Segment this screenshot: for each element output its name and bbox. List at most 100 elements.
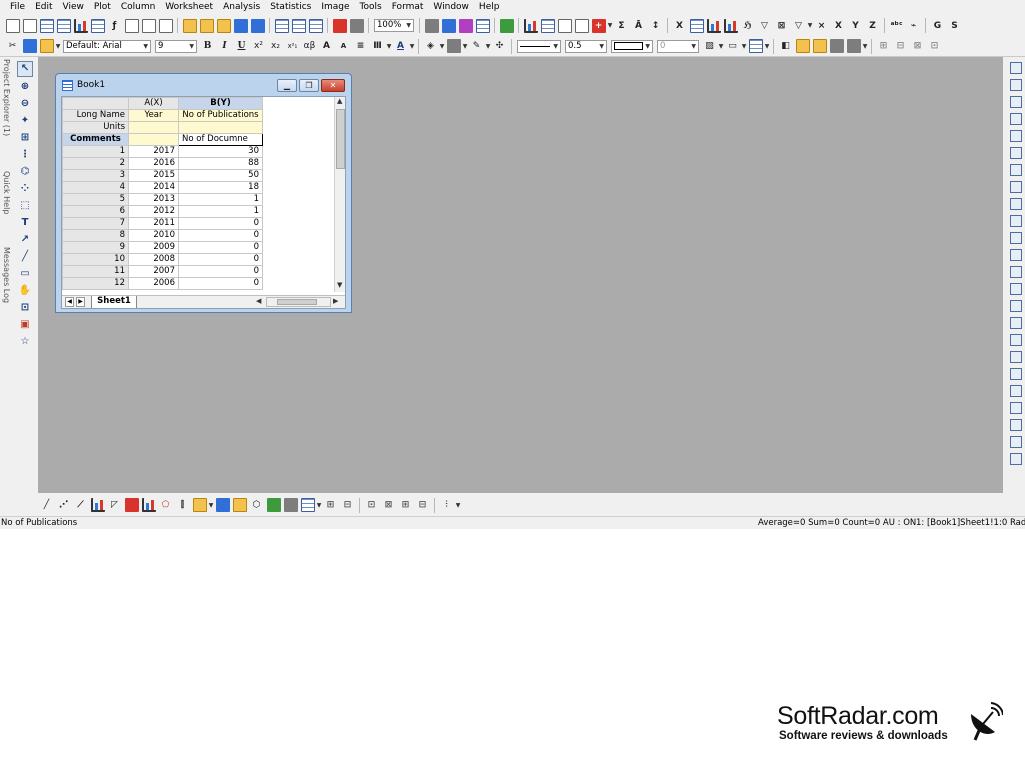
import-wizard-icon[interactable] xyxy=(308,18,323,33)
units-b[interactable] xyxy=(178,121,263,134)
cell-publications[interactable]: 0 xyxy=(178,241,263,254)
border-combo[interactable]: ▼ xyxy=(611,39,653,53)
rescale-x-icon[interactable] xyxy=(1009,78,1022,91)
results-log-icon[interactable] xyxy=(523,18,538,33)
hscroll-right-icon[interactable]: ▶ xyxy=(333,297,338,305)
row-header[interactable]: 8 xyxy=(62,229,129,242)
spin-combo[interactable]: 0 ▼ xyxy=(657,39,699,53)
flip-icon[interactable]: ⊟ xyxy=(894,39,908,53)
refresh-icon[interactable] xyxy=(349,18,364,33)
color-scale-icon[interactable] xyxy=(1009,214,1022,227)
clear-x-icon[interactable]: × xyxy=(815,19,829,33)
cell-publications[interactable]: 0 xyxy=(178,229,263,242)
export-graph-icon[interactable] xyxy=(458,18,473,33)
cell-year[interactable]: 2010 xyxy=(128,229,179,242)
legend-icon[interactable] xyxy=(1009,197,1022,210)
stack-panel-icon[interactable]: ⊟ xyxy=(341,498,355,512)
rectangle-tool-icon[interactable]: ▭ xyxy=(18,267,32,281)
row-header[interactable]: 4 xyxy=(62,181,129,194)
abc-icon[interactable]: ᵃᵇᶜ xyxy=(890,19,904,33)
row-header[interactable]: 6 xyxy=(62,205,129,218)
3d-surface-icon[interactable] xyxy=(215,498,230,512)
superscript-button[interactable]: x² xyxy=(252,39,266,53)
column-plot-icon[interactable] xyxy=(90,498,105,512)
line-tool-icon[interactable]: ╱ xyxy=(18,250,32,264)
menu-format[interactable]: Format xyxy=(387,0,429,14)
scroll-thumb[interactable] xyxy=(336,109,345,169)
toolbar-overflow-icon[interactable]: ▼ xyxy=(208,498,214,512)
toolbar-overflow-icon[interactable]: ▼ xyxy=(862,39,868,53)
menu-tools[interactable]: Tools xyxy=(355,0,387,14)
tab-prev-icon[interactable]: ◀ xyxy=(65,297,74,307)
toolbar-overflow-icon[interactable]: ▼ xyxy=(741,39,747,53)
row-header[interactable]: 12 xyxy=(62,277,129,290)
align-right-icon[interactable] xyxy=(1009,333,1022,346)
menu-view[interactable]: View xyxy=(58,0,89,14)
toolbar-overflow-icon[interactable]: ▼ xyxy=(439,39,445,53)
command-window-icon[interactable] xyxy=(540,18,555,33)
import-multiple-icon[interactable] xyxy=(291,18,306,33)
tab-sheet1[interactable]: Sheet1 xyxy=(91,296,137,308)
arrow-tool-icon[interactable]: ↗ xyxy=(18,233,32,247)
toolbar-overflow-icon[interactable]: ▼ xyxy=(807,19,813,33)
comments-a[interactable] xyxy=(128,133,179,146)
draw-data-icon[interactable]: ⁘ xyxy=(18,182,32,196)
stacked-plot-icon[interactable] xyxy=(141,498,156,512)
heatmap-icon[interactable] xyxy=(300,498,315,512)
timestamp-icon[interactable] xyxy=(1009,231,1022,244)
scissors-icon[interactable]: ✂ xyxy=(6,39,20,53)
cell-year[interactable]: 2013 xyxy=(128,193,179,206)
toolbar-overflow-icon[interactable]: ▼ xyxy=(485,39,491,53)
save-template-icon[interactable] xyxy=(250,18,265,33)
add-column-icon[interactable] xyxy=(689,18,704,33)
scroll-up-icon[interactable]: ▲ xyxy=(337,97,342,105)
hatch-icon[interactable]: ▨ xyxy=(703,39,717,53)
column-chart-icon[interactable] xyxy=(706,18,721,33)
same-width-icon[interactable] xyxy=(1009,384,1022,397)
data-picker-icon[interactable]: ⌬ xyxy=(18,165,32,179)
new-project-icon[interactable] xyxy=(5,18,20,33)
new-graph-icon[interactable] xyxy=(73,18,88,33)
table-border-icon[interactable] xyxy=(748,39,763,53)
row-header[interactable]: 9 xyxy=(62,241,129,254)
area-plot-icon[interactable]: ◸ xyxy=(108,498,122,512)
bold-button[interactable]: B xyxy=(201,39,215,53)
rotate-icon[interactable]: ⊠ xyxy=(911,39,925,53)
box-plot-icon[interactable]: ⫿ xyxy=(176,498,190,512)
cell-year[interactable]: 2011 xyxy=(128,217,179,230)
distribute-v-icon[interactable] xyxy=(1009,435,1022,448)
hscroll-left-icon[interactable]: ◀ xyxy=(256,297,261,305)
hand-icon[interactable]: ✋ xyxy=(18,284,32,298)
hscroll-thumb[interactable] xyxy=(277,299,317,305)
extract-graph-icon[interactable]: ⊟ xyxy=(416,498,430,512)
template-icon[interactable]: ⊡ xyxy=(365,498,379,512)
pointer-icon[interactable]: ↖ xyxy=(17,60,33,77)
new-layout-icon[interactable] xyxy=(124,18,139,33)
cell-publications[interactable]: 0 xyxy=(178,217,263,230)
filter-clear-icon[interactable]: ⊠ xyxy=(775,19,789,33)
cell-publications[interactable]: 1 xyxy=(178,205,263,218)
3d-color-icon[interactable] xyxy=(232,498,247,512)
add-axis-icon[interactable] xyxy=(1009,129,1022,142)
increase-font-button[interactable]: A xyxy=(320,39,334,53)
layer-icon[interactable] xyxy=(1009,265,1022,278)
copy-page-icon[interactable] xyxy=(441,18,456,33)
toolbar-overflow-icon[interactable]: ▼ xyxy=(386,39,392,53)
app-center-icon[interactable] xyxy=(574,18,589,33)
row-header[interactable]: 3 xyxy=(62,169,129,182)
open-icon[interactable] xyxy=(182,18,197,33)
row-header[interactable]: 7 xyxy=(62,217,129,230)
g-icon[interactable]: G xyxy=(931,19,945,33)
cell-year[interactable]: 2009 xyxy=(128,241,179,254)
forward-icon[interactable] xyxy=(812,39,827,53)
add-right-axis-icon[interactable] xyxy=(1009,163,1022,176)
menu-statistics[interactable]: Statistics xyxy=(265,0,316,14)
same-height-icon[interactable] xyxy=(1009,401,1022,414)
vertical-scrollbar[interactable]: ▲ ▼ xyxy=(334,97,345,292)
row-header[interactable]: 1 xyxy=(62,145,129,158)
filter-options-icon[interactable]: ▽ xyxy=(792,19,806,33)
new-function-icon[interactable]: ƒ xyxy=(108,19,122,33)
pulse-icon[interactable]: ⌁ xyxy=(907,19,921,33)
column-header-b[interactable]: B(Y) xyxy=(178,97,263,110)
3d-wire-icon[interactable]: ⬡ xyxy=(250,498,264,512)
